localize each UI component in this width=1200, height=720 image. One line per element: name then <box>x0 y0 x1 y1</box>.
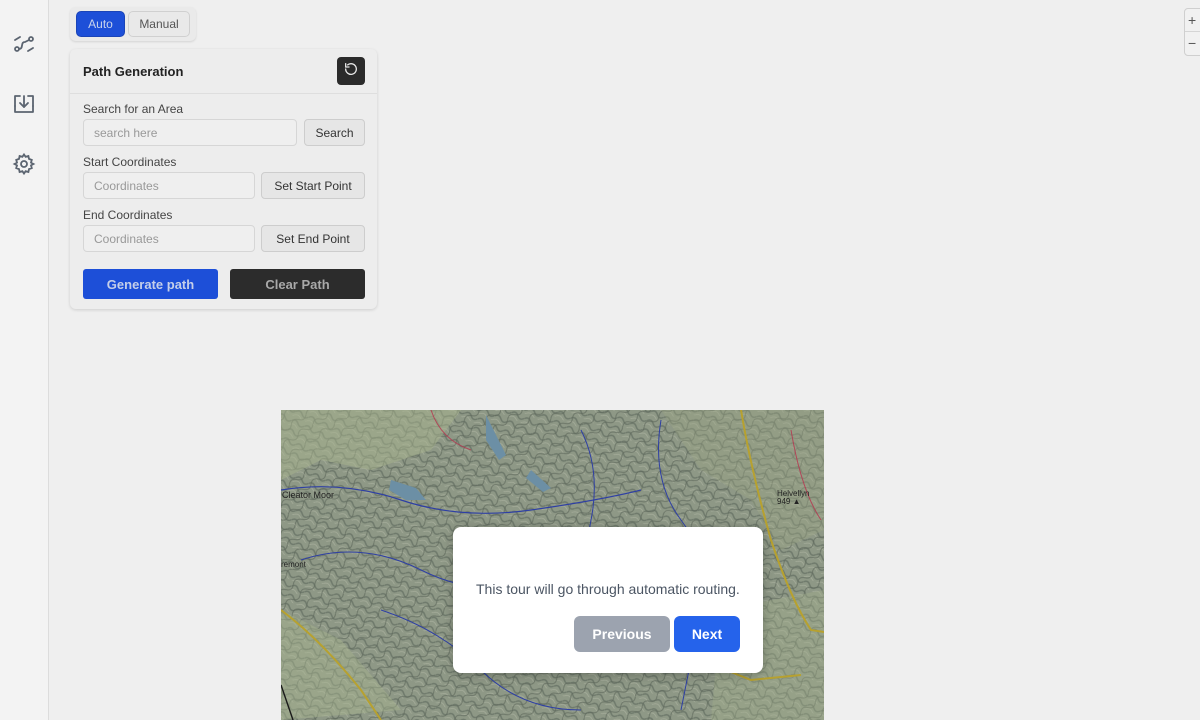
route-button[interactable] <box>10 32 38 60</box>
tour-dialog: This tour will go through automatic rout… <box>453 527 763 673</box>
end-coordinates-input[interactable] <box>83 225 255 252</box>
map-place-label: Helvellyn 949 ▲ <box>777 489 810 506</box>
mode-toggle: Auto Manual <box>70 7 196 41</box>
zoom-control: + − <box>1184 8 1200 56</box>
reset-button[interactable] <box>337 57 365 85</box>
settings-button[interactable] <box>10 152 38 180</box>
gear-icon <box>12 152 36 181</box>
zoom-in-button[interactable]: + <box>1185 9 1200 31</box>
panel-title: Path Generation <box>83 64 184 79</box>
generate-path-button[interactable]: Generate path <box>83 269 218 299</box>
map-place-label: Cleator Moor <box>282 490 335 500</box>
download-icon <box>12 92 36 121</box>
path-generation-panel: Path Generation Search for an Area Searc… <box>70 49 377 309</box>
end-coordinates-label: End Coordinates <box>83 208 173 222</box>
route-icon <box>12 32 36 61</box>
clear-path-button[interactable]: Clear Path <box>230 269 365 299</box>
map-place-label: remont <box>281 560 306 569</box>
search-label: Search for an Area <box>83 102 184 116</box>
start-coordinates-label: Start Coordinates <box>83 155 177 169</box>
search-input[interactable] <box>83 119 297 146</box>
start-coordinates-input[interactable] <box>83 172 255 199</box>
search-button[interactable]: Search <box>304 119 365 146</box>
reset-icon <box>343 61 359 82</box>
download-button[interactable] <box>10 92 38 120</box>
auto-mode-button[interactable]: Auto <box>76 11 125 37</box>
zoom-out-button[interactable]: − <box>1185 31 1200 54</box>
next-button[interactable]: Next <box>674 616 740 652</box>
sidebar <box>0 0 49 720</box>
tour-message: This tour will go through automatic rout… <box>476 581 740 597</box>
previous-button[interactable]: Previous <box>574 616 670 652</box>
panel-header: Path Generation <box>70 49 377 94</box>
set-end-point-button[interactable]: Set End Point <box>261 225 365 252</box>
manual-mode-button[interactable]: Manual <box>128 11 190 37</box>
set-start-point-button[interactable]: Set Start Point <box>261 172 365 199</box>
